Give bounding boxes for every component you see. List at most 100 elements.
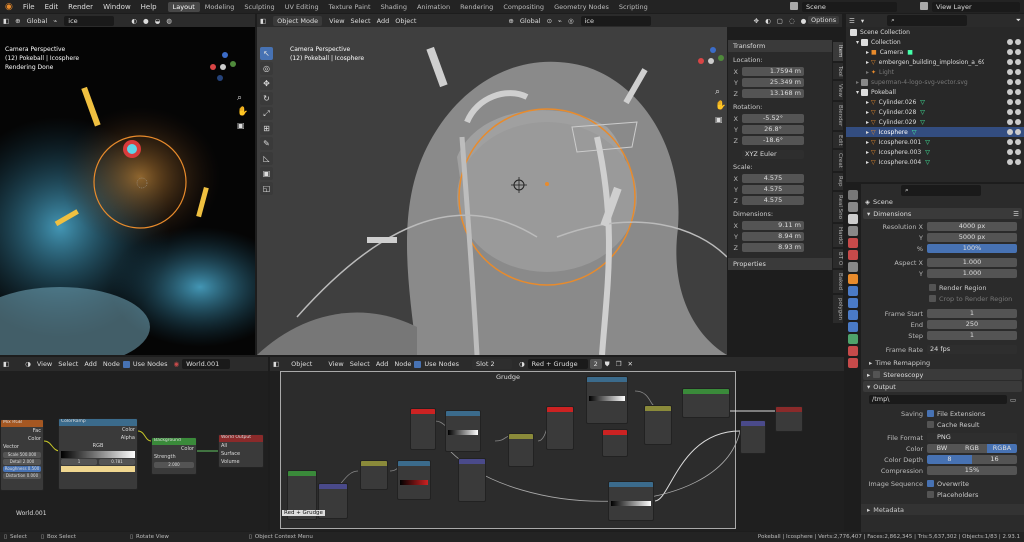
shader-type-icon[interactable]: ◑ <box>22 360 34 368</box>
color-rgba-button[interactable]: RGBA <box>987 444 1017 453</box>
outliner-item-cylinder-028[interactable]: ▸ ▽ Cylinder.028 ▽ <box>846 107 1024 117</box>
outliner-item-icosphere-001[interactable]: ▸ ▽ Icosphere.001 ▽ <box>846 137 1024 147</box>
dim-z-field[interactable]: 8.93 m <box>742 243 804 252</box>
tab-item[interactable]: Item <box>833 42 843 61</box>
outliner-item-superman[interactable]: ▸ superman-4-logo-svg-vector.svg <box>846 77 1024 87</box>
outliner-item-scene-collection[interactable]: Scene Collection <box>846 27 1024 37</box>
output-path-field[interactable]: /tmp\ <box>869 395 1007 404</box>
dimensions-header[interactable]: ▾ Dimensions ☰ <box>863 208 1022 219</box>
menu-edit[interactable]: Edit <box>40 3 64 11</box>
tab-texture-paint[interactable]: Texture Paint <box>324 2 376 12</box>
main-camera-icon[interactable]: ▣ <box>715 115 723 124</box>
editor-type-icon[interactable]: ◧ <box>0 360 12 368</box>
view-layer-selector[interactable]: View Layer <box>932 2 1020 12</box>
tab-geometry-nodes[interactable]: Geometry Nodes <box>549 2 614 12</box>
loc-x-field[interactable]: 1.7594 m <box>742 67 804 76</box>
editor-type-icon[interactable]: ◧ <box>257 17 269 25</box>
outliner-item-embergen[interactable]: ▸ ▽ embergen_building_implosion_a_69 <box>846 57 1024 67</box>
material-selector[interactable]: Red + Grudge <box>527 359 588 369</box>
left-search-input[interactable]: ice <box>64 15 115 26</box>
tab-rep[interactable]: Rep <box>833 173 843 190</box>
list-icon[interactable]: ☰ <box>1013 210 1022 218</box>
overlay-icon[interactable]: ◐ <box>128 17 140 25</box>
file-ext-checkbox[interactable] <box>927 410 934 417</box>
crop-row[interactable]: Crop to Render Region <box>861 293 1024 304</box>
object-dropdown[interactable]: Object <box>288 360 315 368</box>
shader-node-n[interactable] <box>740 420 766 454</box>
placeholders-checkbox[interactable] <box>927 491 934 498</box>
visibility-icon[interactable] <box>1007 89 1024 95</box>
nav-gizmo[interactable] <box>208 52 238 82</box>
overwrite-checkbox[interactable] <box>927 480 934 487</box>
menu-file[interactable]: File <box>18 3 40 11</box>
render-props-icon[interactable] <box>848 202 858 212</box>
tab-blender[interactable]: Blender <box>833 102 843 130</box>
shader-menu-select[interactable]: Select <box>347 360 373 368</box>
tab-compositing[interactable]: Compositing <box>498 2 549 12</box>
menu-render[interactable]: Render <box>63 3 98 11</box>
blender-logo-icon[interactable]: ◉ <box>0 2 18 12</box>
world-menu-node[interactable]: Node <box>100 360 123 368</box>
measure-tool-icon[interactable]: ◺ <box>260 152 273 165</box>
tab-tool[interactable]: Tool <box>833 62 843 80</box>
properties-search-input[interactable]: ⌕ <box>901 184 981 196</box>
scl-x-field[interactable]: 4.575 <box>742 174 804 183</box>
shading-wire-icon[interactable]: ◌ <box>786 17 798 25</box>
world-menu-add[interactable]: Add <box>81 360 100 368</box>
menu-view[interactable]: View <box>326 17 347 25</box>
rotate-tool-icon[interactable]: ↻ <box>260 92 273 105</box>
orientation-icon[interactable]: ⊕ <box>505 17 516 25</box>
visibility-icon[interactable] <box>1007 129 1024 135</box>
menu-help[interactable]: Help <box>136 3 162 11</box>
visibility-icon[interactable] <box>1007 159 1024 165</box>
stereoscopy-header[interactable]: ▸ Stereoscopy <box>863 369 1022 380</box>
slot-dropdown[interactable]: Slot 2 <box>471 359 512 369</box>
render-region-row[interactable]: Render Region <box>861 282 1024 293</box>
dim-y-field[interactable]: 8.94 m <box>742 232 804 241</box>
properties-header[interactable]: Properties <box>728 258 832 270</box>
cache-row[interactable]: Cache Result <box>861 419 1024 430</box>
main-zoom-icon[interactable]: ⌕ <box>715 87 720 97</box>
visibility-icon[interactable] <box>1007 39 1024 45</box>
loc-y-field[interactable]: 25.349 m <box>742 78 804 87</box>
main-nav-gizmo[interactable] <box>697 47 725 75</box>
shader-node-f[interactable] <box>445 410 481 452</box>
shader-node-d[interactable] <box>397 460 431 500</box>
world-selector[interactable]: World.001 <box>182 359 231 369</box>
rot-y-field[interactable]: 26.8° <box>742 125 804 134</box>
mix-rgb-node[interactable]: Mix RGB Fac Color Vector Scale 500.000 D… <box>0 419 44 491</box>
shader-node-o[interactable] <box>608 481 654 521</box>
main-global-dropdown[interactable]: Global <box>517 17 544 25</box>
node-field[interactable]: Distortion 0.000 <box>3 473 41 479</box>
data-props-icon[interactable] <box>848 334 858 344</box>
visibility-icon[interactable] <box>1007 149 1024 155</box>
colorramp-node[interactable]: ColorRamp Color Alpha RGB 1 0.781 <box>58 418 138 490</box>
world-menu-select[interactable]: Select <box>55 360 81 368</box>
dim-x-field[interactable]: 9.11 m <box>742 221 804 230</box>
cache-checkbox[interactable] <box>927 421 934 428</box>
strength-field[interactable]: 2.000 <box>154 462 194 468</box>
global-dropdown[interactable]: Global <box>24 17 51 25</box>
xray-icon[interactable]: ▢ <box>774 17 786 25</box>
material-props-icon[interactable] <box>848 346 858 356</box>
view-layer-props-icon[interactable] <box>848 226 858 236</box>
pivot-icon[interactable]: ⊙ <box>544 17 555 25</box>
shader-node-h[interactable] <box>508 433 534 467</box>
shader-node-k[interactable] <box>602 429 628 457</box>
visibility-icon[interactable] <box>1007 79 1024 85</box>
shader-menu-add[interactable]: Add <box>373 360 392 368</box>
main-pan-icon[interactable]: ✋ <box>715 101 726 111</box>
render-viewport[interactable]: Camera Perspective (12) Pokeball | Icosp… <box>0 27 255 355</box>
pan-hand-icon[interactable]: ✋ <box>237 107 248 117</box>
material-users-count[interactable]: 2 <box>589 359 602 369</box>
annotate-tool-icon[interactable]: ✎ <box>260 137 273 150</box>
visibility-icon[interactable] <box>1007 49 1024 55</box>
shader-node-m[interactable] <box>682 388 730 418</box>
outliner-item-camera[interactable]: ▸ ■ Camera ■ <box>846 47 1024 57</box>
tool-props-icon[interactable] <box>848 190 858 200</box>
transform-header[interactable]: Transform <box>728 40 832 52</box>
frame-end-field[interactable]: 250 <box>927 320 1017 329</box>
outliner-item-icosphere[interactable]: ▸ ▽ Icosphere ▽ <box>846 127 1024 137</box>
file-format-dropdown[interactable]: PNG <box>927 433 1017 442</box>
texture-props-icon[interactable] <box>848 358 858 368</box>
